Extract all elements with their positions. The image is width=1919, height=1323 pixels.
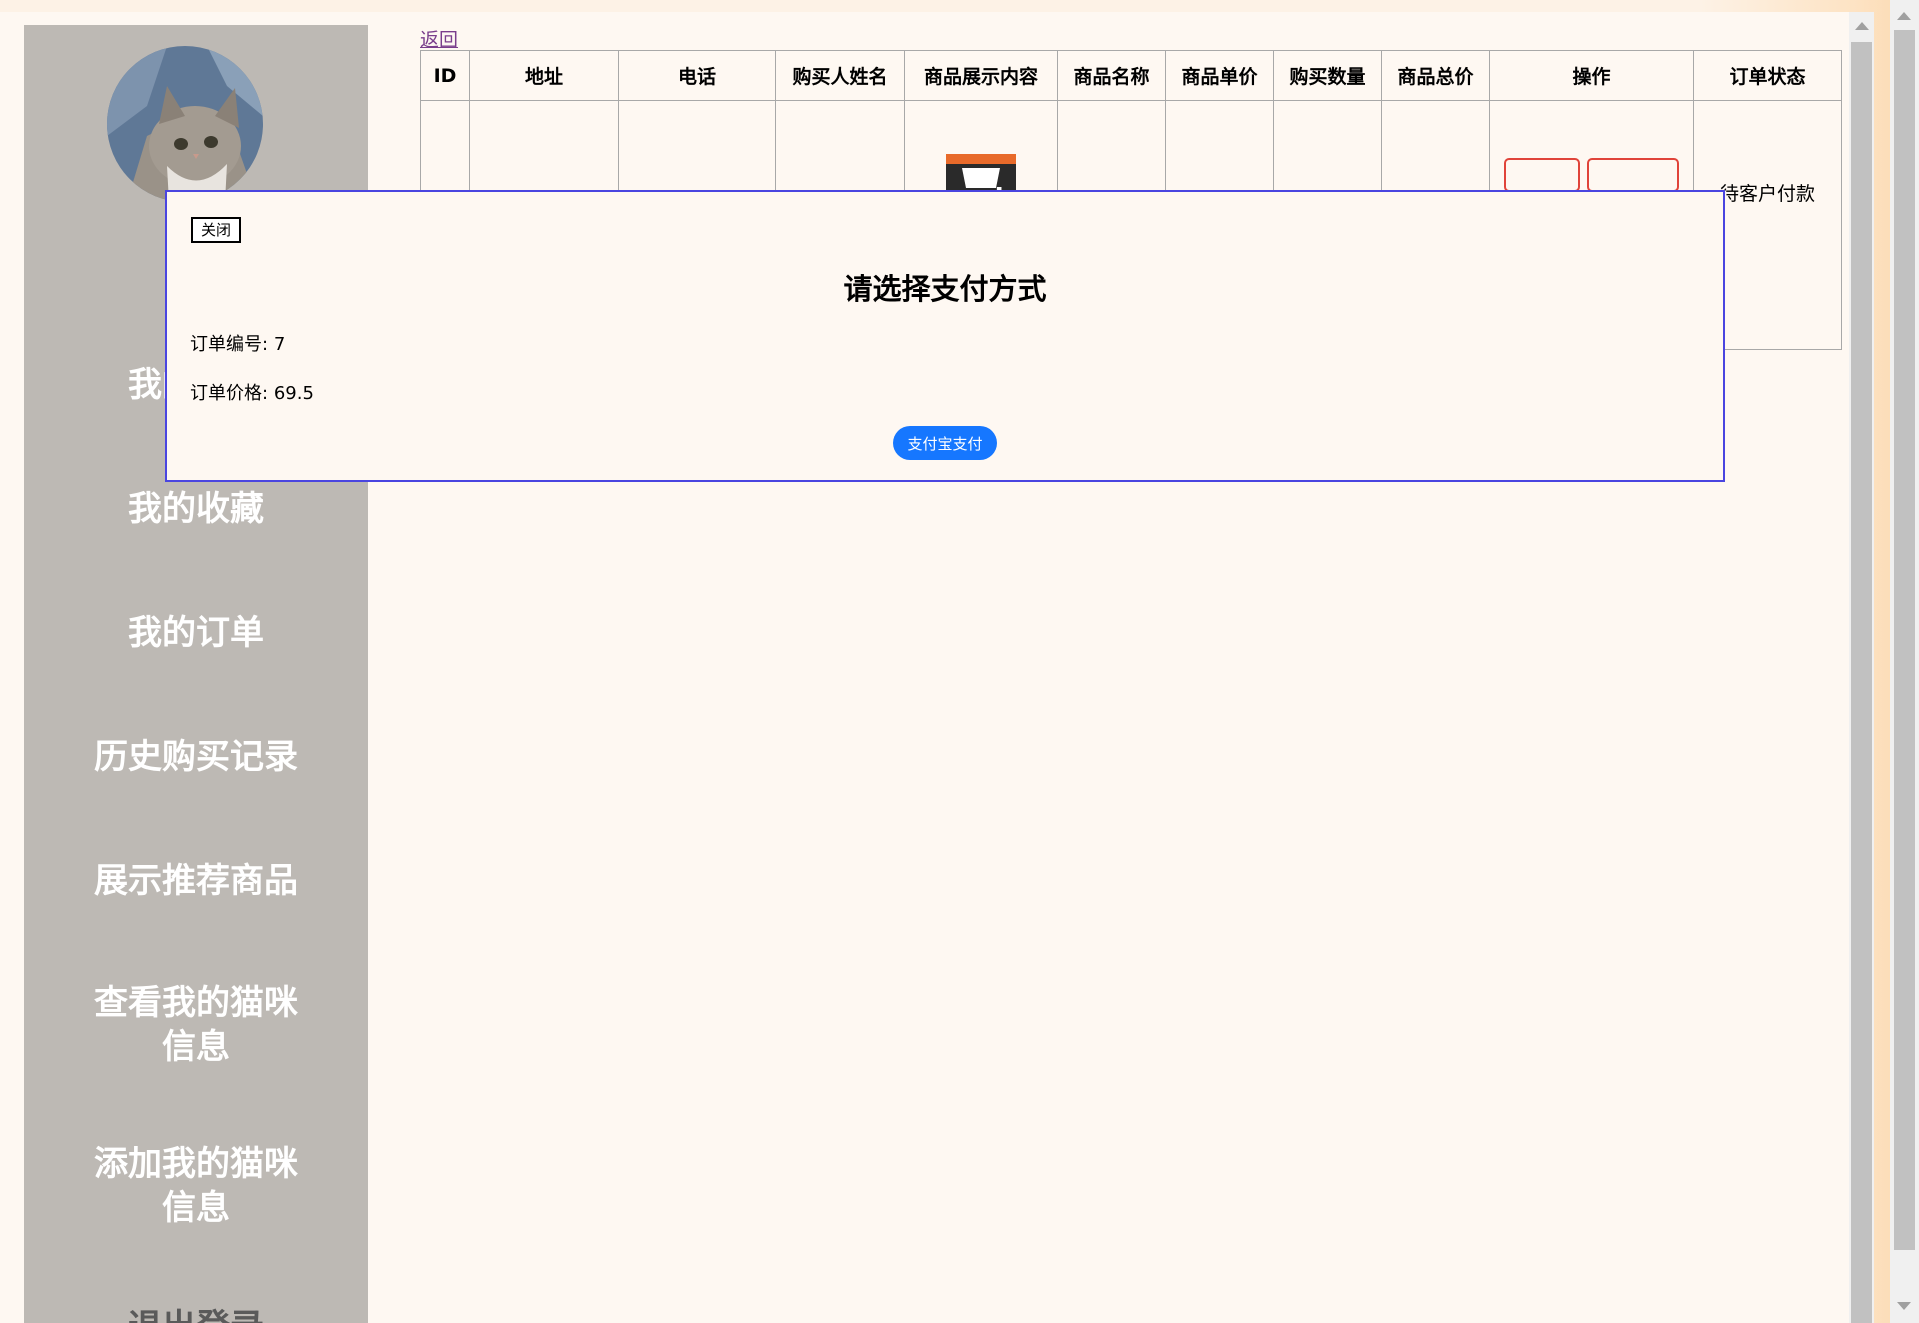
scroll-down-arrow-icon[interactable] <box>1897 1302 1911 1310</box>
avatar <box>107 46 263 202</box>
sidebar-item-recommended[interactable]: 展示推荐商品 <box>24 859 368 903</box>
back-link[interactable]: 返回 <box>420 25 458 52</box>
column-header-buyer: 购买人姓名 <box>775 50 905 101</box>
window-scrollbar[interactable] <box>1890 0 1919 1323</box>
action-button-1[interactable] <box>1504 158 1581 192</box>
column-header-product-image: 商品展示内容 <box>904 50 1058 101</box>
column-header-actions: 操作 <box>1489 50 1694 101</box>
alipay-button[interactable]: 支付宝支付 <box>893 426 997 460</box>
column-header-unit-price: 商品单价 <box>1165 50 1274 101</box>
sidebar-item-logout[interactable]: 退出登录 <box>24 1305 368 1323</box>
column-header-address: 地址 <box>469 50 619 101</box>
close-button[interactable]: 关闭 <box>191 217 242 243</box>
order-id-value: 7 <box>273 334 286 355</box>
order-price-value: 69.5 <box>273 383 314 404</box>
sidebar-item-history[interactable]: 历史购买记录 <box>24 735 368 779</box>
page: 1 我的信息 我的收藏 我的订单 历史购买记录 展示推荐商品 查看我的猫咪信息 … <box>0 12 1849 1323</box>
payment-modal: 关闭 请选择支付方式 订单编号: 7 订单价格: 69.5 支付宝支付 <box>165 190 1725 482</box>
inner-scrollbar[interactable] <box>1849 12 1874 1323</box>
scroll-up-arrow-icon[interactable] <box>1897 12 1911 20</box>
order-price-label: 订单价格: <box>190 383 269 404</box>
column-header-product-name: 商品名称 <box>1057 50 1166 101</box>
scrollbar-thumb[interactable] <box>1851 42 1872 1323</box>
order-price-row: 订单价格: 69.5 <box>190 379 314 405</box>
action-button-2[interactable] <box>1586 158 1679 192</box>
sidebar-item-favorites[interactable]: 我的收藏 <box>24 487 368 531</box>
cat-avatar-image <box>107 46 263 202</box>
sidebar-item-add-cat[interactable]: 添加我的猫咪信息 <box>86 1142 306 1230</box>
scrollbar-thumb[interactable] <box>1894 30 1915 1250</box>
sidebar-item-view-cat[interactable]: 查看我的猫咪信息 <box>86 981 306 1069</box>
column-header-total: 商品总价 <box>1381 50 1490 101</box>
sidebar-item-my-orders[interactable]: 我的订单 <box>24 611 368 655</box>
column-header-id: ID <box>420 50 470 101</box>
order-id-row: 订单编号: 7 <box>190 330 285 356</box>
column-header-status: 订单状态 <box>1693 50 1842 101</box>
column-header-phone: 电话 <box>618 50 776 101</box>
column-header-quantity: 购买数量 <box>1273 50 1382 101</box>
order-id-label: 订单编号: <box>190 334 269 355</box>
scroll-up-arrow-icon[interactable] <box>1855 22 1869 30</box>
table-header-row: ID 地址 电话 购买人姓名 商品展示内容 商品名称 商品单价 购买数量 商品总… <box>420 50 1842 101</box>
modal-title: 请选择支付方式 <box>843 272 1047 306</box>
